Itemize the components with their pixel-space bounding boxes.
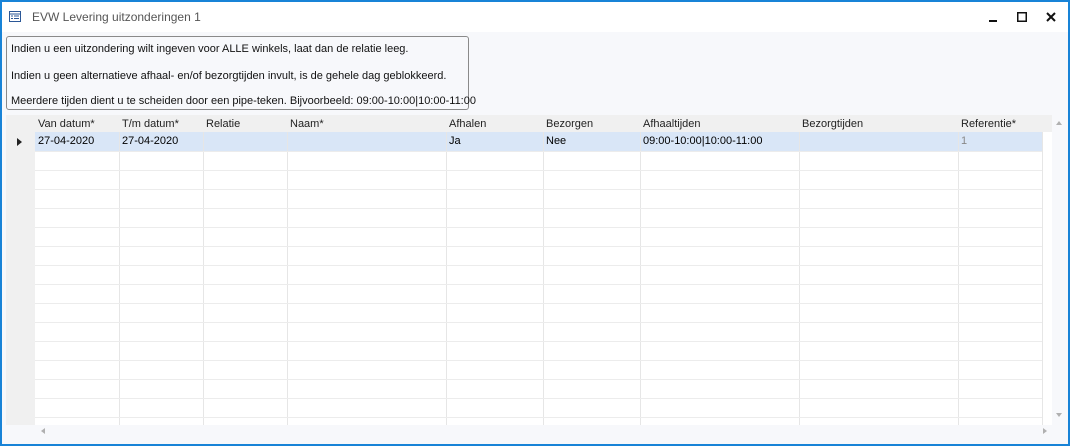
cell-van-datum[interactable]: 27-04-2020 — [35, 132, 119, 151]
current-row-arrow-icon — [17, 138, 22, 146]
cell-naam[interactable] — [287, 132, 446, 151]
info-line-pipe-separator: Meerdere tijden dient u te scheiden door… — [11, 95, 476, 107]
vertical-scrollbar[interactable] — [1052, 115, 1066, 425]
column-divider — [799, 132, 800, 425]
column-divider — [543, 132, 544, 425]
column-divider — [1042, 132, 1043, 425]
cell-bezorgtijden[interactable] — [799, 132, 958, 151]
column-divider — [640, 132, 641, 425]
grid-form-icon — [9, 11, 21, 22]
close-button[interactable] — [1036, 2, 1066, 32]
row-divider — [35, 151, 1042, 152]
scroll-right-icon[interactable] — [1043, 428, 1047, 434]
column-header-bezorgen[interactable]: Bezorgen — [543, 115, 640, 132]
scroll-left-icon[interactable] — [41, 428, 45, 434]
cell-afhaaltijden[interactable]: 09:00-10:00|10:00-11:00 — [640, 132, 799, 151]
row-divider — [35, 189, 1042, 190]
column-divider — [119, 132, 120, 425]
column-header-afhaaltijden[interactable]: Afhaaltijden — [640, 115, 799, 132]
row-divider — [35, 360, 1042, 361]
cell-bezorgen[interactable]: Nee — [543, 132, 640, 151]
row-divider — [35, 322, 1042, 323]
grid-header: Van datum* T/m datum* Relatie Naam* Afha… — [6, 115, 1052, 132]
column-header-naam[interactable]: Naam* — [287, 115, 446, 132]
scroll-down-icon[interactable] — [1056, 413, 1062, 417]
column-header-relatie[interactable]: Relatie — [203, 115, 287, 132]
row-header-column — [6, 132, 35, 425]
column-header-van-datum[interactable]: Van datum* — [35, 115, 119, 132]
row-divider — [35, 379, 1042, 380]
row-divider — [35, 246, 1042, 247]
title-bar[interactable]: EVW Levering uitzonderingen 1 — [2, 2, 1068, 32]
column-header-afhalen[interactable]: Afhalen — [446, 115, 543, 132]
minimize-button[interactable] — [978, 2, 1008, 32]
minimize-icon — [989, 20, 997, 22]
data-grid[interactable]: Van datum* T/m datum* Relatie Naam* Afha… — [6, 115, 1066, 437]
cell-relatie[interactable] — [203, 132, 287, 151]
column-divider — [287, 132, 288, 425]
info-line-all-stores: Indien u een uitzondering wilt ingeven v… — [11, 43, 409, 55]
row-divider — [35, 170, 1042, 171]
column-header-bezorgtijden[interactable]: Bezorgtijden — [799, 115, 958, 132]
column-divider — [958, 132, 959, 425]
column-divider — [203, 132, 204, 425]
window-title: EVW Levering uitzonderingen 1 — [32, 10, 201, 24]
row-divider — [35, 227, 1042, 228]
window: EVW Levering uitzonderingen 1 Indien u e… — [0, 0, 1070, 446]
cell-afhalen[interactable]: Ja — [446, 132, 543, 151]
row-divider — [35, 284, 1042, 285]
column-header-referentie[interactable]: Referentie* — [958, 115, 1042, 132]
cell-tm-datum[interactable]: 27-04-2020 — [119, 132, 203, 151]
info-box: Indien u een uitzondering wilt ingeven v… — [6, 36, 476, 110]
close-icon — [1046, 12, 1056, 22]
scroll-up-icon[interactable] — [1056, 121, 1062, 125]
row-divider — [35, 265, 1042, 266]
horizontal-scrollbar[interactable] — [6, 425, 1066, 437]
grid-body: Van datum* T/m datum* Relatie Naam* Afha… — [6, 115, 1052, 425]
column-header-tm-datum[interactable]: T/m datum* — [119, 115, 203, 132]
info-line-blocked-day: Indien u geen alternatieve afhaal- en/of… — [11, 70, 447, 82]
column-divider — [446, 132, 447, 425]
row-divider — [35, 417, 1042, 418]
row-divider — [35, 341, 1042, 342]
cell-referentie[interactable]: 1 — [958, 132, 1042, 151]
maximize-icon — [1017, 12, 1027, 22]
row-divider — [35, 208, 1042, 209]
row-divider — [35, 303, 1042, 304]
row-divider — [35, 398, 1042, 399]
maximize-button[interactable] — [1007, 2, 1037, 32]
